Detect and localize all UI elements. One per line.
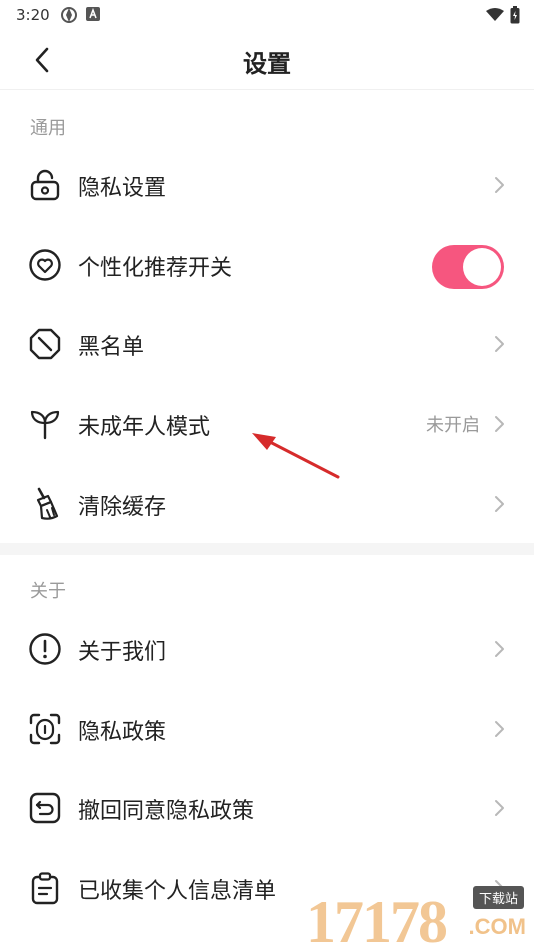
- personalized-recommendation-toggle[interactable]: [432, 245, 504, 289]
- chevron-right-icon: [495, 721, 504, 737]
- section-divider: [0, 543, 534, 555]
- info-icon: [29, 633, 61, 665]
- lock-icon: [30, 169, 60, 201]
- sprout-icon: [30, 410, 60, 440]
- chevron-right-icon: [495, 496, 504, 512]
- row-label: 关于我们: [78, 640, 167, 665]
- settings-row-personalized-recommendation: 个性化推荐开关: [0, 224, 534, 304]
- section-label-general: 通用: [30, 118, 66, 139]
- watermark-tag: 下载站: [472, 886, 524, 909]
- status-bar: 3:20: [0, 0, 534, 30]
- page-title: 设置: [243, 50, 291, 78]
- undo-icon: [29, 792, 61, 824]
- minor-mode-status: 未开启: [426, 415, 480, 436]
- block-icon: [29, 328, 61, 360]
- wifi-icon: [486, 8, 504, 21]
- row-label: 已收集个人信息清单: [78, 879, 277, 904]
- watermark-logo: 17178 下载站 .COM: [304, 878, 530, 950]
- battery-icon: [510, 6, 520, 24]
- privacy-icon: [29, 713, 61, 745]
- broom-icon: [36, 487, 59, 520]
- nav-bar: 设置: [0, 30, 534, 90]
- row-label: 隐私设置: [78, 176, 167, 201]
- row-label: 个性化推荐开关: [78, 256, 233, 281]
- a-status-icon: [86, 7, 100, 21]
- settings-row-privacy-policy[interactable]: 隐私政策: [0, 688, 534, 768]
- row-label: 清除缓存: [78, 495, 167, 520]
- watermark-domain: .COM: [468, 914, 526, 939]
- annotation-arrow: [252, 433, 340, 479]
- watermark-number: 17178: [306, 889, 448, 950]
- row-label: 撤回同意隐私政策: [78, 799, 255, 824]
- section-label-about: 关于: [30, 581, 66, 602]
- chevron-right-icon: [495, 641, 504, 657]
- row-label: 黑名单: [78, 335, 145, 360]
- status-time: 3:20: [16, 6, 50, 24]
- settings-row-revoke-privacy-consent[interactable]: 撤回同意隐私政策: [0, 767, 534, 847]
- heart-icon: [29, 249, 61, 281]
- chevron-right-icon: [495, 416, 504, 432]
- settings-row-privacy[interactable]: 隐私设置: [0, 144, 534, 224]
- row-label: 未成年人模式: [78, 415, 211, 440]
- settings-row-blacklist[interactable]: 黑名单: [0, 303, 534, 383]
- sync-status-icon: [61, 7, 77, 23]
- chevron-right-icon: [495, 800, 504, 816]
- toggle-knob: [463, 248, 501, 286]
- clipboard-icon: [31, 872, 59, 905]
- row-label: 隐私政策: [78, 720, 167, 745]
- chevron-right-icon: [495, 336, 504, 352]
- settings-row-about-us[interactable]: 关于我们: [0, 608, 534, 688]
- chevron-right-icon: [495, 177, 504, 193]
